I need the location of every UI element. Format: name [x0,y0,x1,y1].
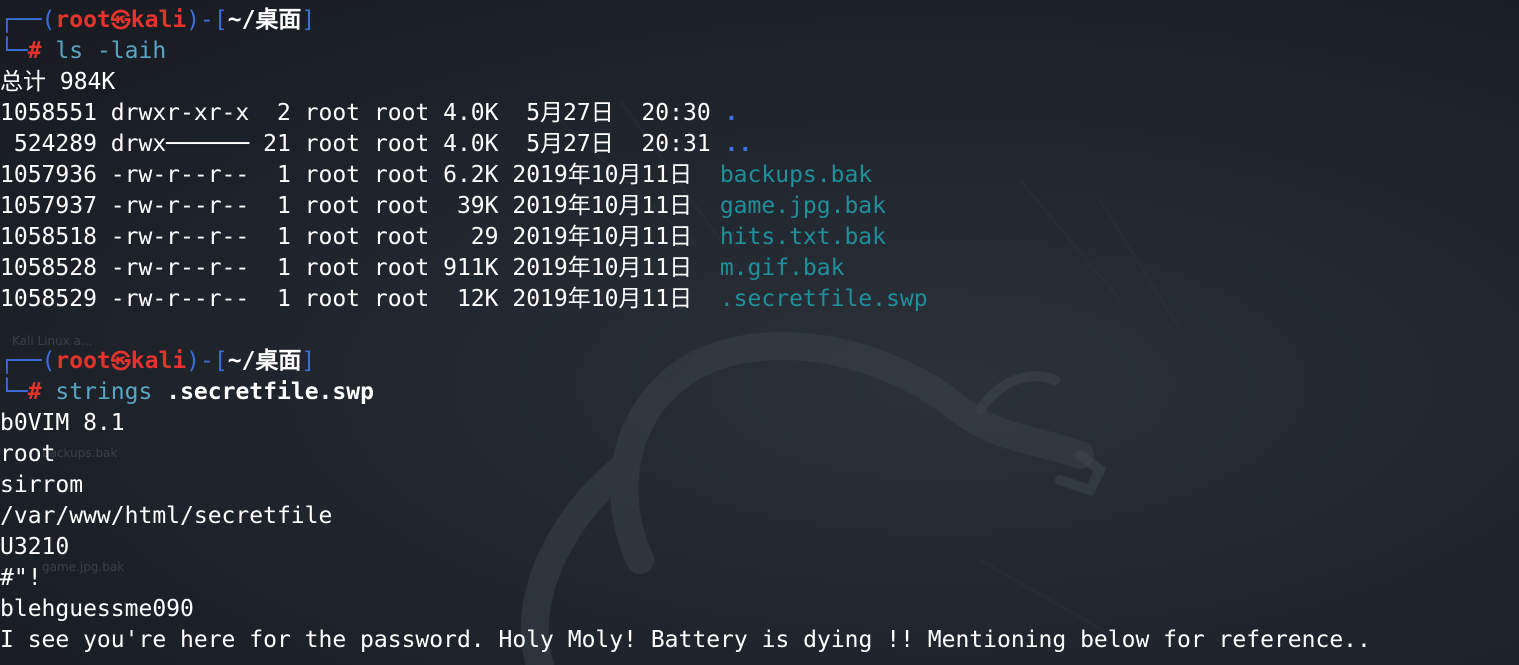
listing-name-file: m.gif.bak [719,255,845,281]
prompt-user: root [55,7,111,33]
terminal-output[interactable]: ┌──(root㉿kali)-[~/桌面] └─# ls -laih 总计 98… [0,5,1519,656]
prompt-frame: ┌──( [0,7,56,33]
listing-row: 1058529 -rw-r--r-- 1 root root 12K 2019年… [0,284,1519,315]
listing-name-file: .secretfile.swp [719,286,928,312]
output-line: root [0,441,56,467]
root-hash: # [27,379,42,405]
output-line: #"! [0,565,42,591]
prompt-separator: )-[ [186,348,228,374]
listing-row: 524289 drwx────── 21 root root 4.0K 5月27… [0,129,1519,160]
listing-meta: 1058528 -rw-r--r-- 1 root root 911K 2019… [0,255,720,281]
listing-meta: 1057937 -rw-r--r-- 1 root root 39K 2019年… [0,193,720,219]
listing-name-file: game.jpg.bak [719,193,886,219]
output-line: b0VIM 8.1 [0,410,125,436]
prompt-frame-end: ] [301,348,316,374]
listing-row: 1057936 -rw-r--r-- 1 root root 6.2K 2019… [0,160,1519,191]
listing-meta: 1058529 -rw-r--r-- 1 root root 12K 2019年… [0,286,720,312]
root-hash: # [27,38,42,64]
listing-name-file: hits.txt.bak [719,224,886,250]
terminal-window[interactable]: Kali Linux a... backups.bak game.jpg.bak… [0,0,1519,665]
listing-meta: 1058551 drwxr-xr-x 2 root root 4.0K 5月27… [0,100,725,126]
listing-row: 1058518 -rw-r--r-- 1 root root 29 2019年1… [0,222,1519,253]
prompt-corner: └─ [0,38,28,64]
listing-meta: 1057936 -rw-r--r-- 1 root root 6.2K 2019… [0,162,720,188]
output-line: blehguessme090 [0,596,194,622]
listing-total: 总计 984K [0,69,116,95]
prompt-cwd: ~/桌面 [227,348,302,374]
command-line: └─# strings .secretfile.swp [0,377,1519,408]
output-line: sirrom [0,472,84,498]
listing-meta: 524289 drwx────── 21 root root 4.0K 5月27… [0,131,725,157]
output-line: I see you're here for the password. Holy… [0,627,1371,653]
listing-name-dir: . [724,100,739,126]
prompt-separator: )-[ [186,7,228,33]
prompt-cwd: ~/桌面 [227,7,302,33]
prompt-corner: └─ [0,379,28,405]
command-strings: strings [55,379,153,405]
output-line: /var/www/html/secretfile [0,503,333,529]
prompt-header: ┌──(root㉿kali)-[~/桌面] [0,5,1519,36]
command-ls: ls -laih [55,38,167,64]
command-line: └─# ls -laih [0,36,1519,67]
prompt-frame: ┌──( [0,348,56,374]
command-argument: .secretfile.swp [166,379,374,405]
kali-skull-icon: ㉿ [110,349,131,373]
kali-skull-icon: ㉿ [110,8,131,32]
listing-row: 1058528 -rw-r--r-- 1 root root 911K 2019… [0,253,1519,284]
listing-row: 1058551 drwxr-xr-x 2 root root 4.0K 5月27… [0,98,1519,129]
prompt-header: ┌──(root㉿kali)-[~/桌面] [0,346,1519,377]
prompt-frame-end: ] [301,7,316,33]
prompt-host: kali [130,7,187,33]
prompt-host: kali [130,348,187,374]
prompt-user: root [55,348,111,374]
output-line: U3210 [0,534,70,560]
listing-row: 1057937 -rw-r--r-- 1 root root 39K 2019年… [0,191,1519,222]
listing-name-file: backups.bak [719,162,873,188]
listing-meta: 1058518 -rw-r--r-- 1 root root 29 2019年1… [0,224,720,250]
listing-name-dir: .. [724,131,753,157]
